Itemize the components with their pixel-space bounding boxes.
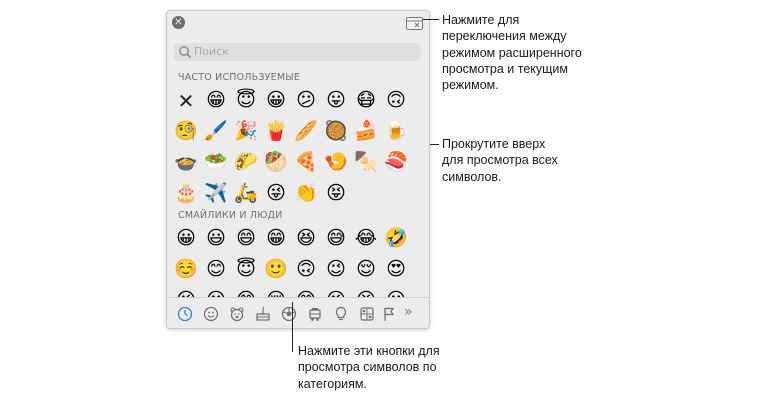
ball-icon [281, 306, 297, 322]
emoji-cell[interactable]: 👏 [291, 178, 321, 209]
character-viewer-window: ✕ Поиск ЧАСТО ИСПОЛЬЗУЕМЫЕ ✕ 😁 😇 😀 😕 😛 😷 🙃 🧐 🖌️ 🎉 🍟… [166, 10, 430, 329]
emoji-cell[interactable]: 😌 [351, 254, 381, 285]
category-bar: » [167, 297, 429, 328]
emoji-cell[interactable]: 🧐 [171, 116, 201, 147]
search-icon [179, 46, 192, 59]
search-field[interactable]: Поиск [174, 43, 421, 61]
emoji-cell[interactable]: 🍢 [351, 147, 381, 178]
emoji-cell[interactable]: 🛵 [231, 178, 261, 209]
view-toggle-button[interactable] [406, 17, 423, 30]
emoji-cell[interactable]: 😛 [321, 85, 351, 116]
emoji-cell[interactable]: 😀 [171, 223, 201, 254]
emoji-cell[interactable]: 😃 [201, 223, 231, 254]
tab-objects[interactable] [333, 306, 349, 322]
smiley-icon [203, 306, 219, 322]
emoji-cell[interactable]: 🙃 [291, 254, 321, 285]
emoji-cell[interactable]: 😜 [261, 178, 291, 209]
emoji-cell[interactable]: 🌮 [231, 147, 261, 178]
emoji-cell[interactable]: 😁 [201, 85, 231, 116]
bulb-icon [335, 306, 347, 321]
section-title-frequent: ЧАСТО ИСПОЛЬЗУЕМЫЕ [178, 72, 301, 83]
more-categories-button[interactable]: » [404, 304, 413, 320]
emoji-cell[interactable]: 😀 [261, 85, 291, 116]
emoji-cell[interactable]: 😆 [291, 223, 321, 254]
emoji-cell[interactable]: 🙃 [381, 85, 411, 116]
emoji-cell[interactable]: 🥗 [201, 147, 231, 178]
food-icon [256, 306, 270, 321]
emoji-cell[interactable]: 🎂 [171, 178, 201, 209]
tab-symbols[interactable] [359, 306, 375, 322]
tab-flags[interactable] [381, 306, 397, 322]
bear-icon [230, 307, 244, 322]
emoji-cell[interactable]: 😄 [231, 223, 261, 254]
callout-scroll: Прокрутите вверх для просмотра всех симв… [442, 137, 558, 184]
emoji-cell[interactable]: 😇 [231, 85, 261, 116]
tab-animals[interactable] [229, 306, 245, 322]
close-icon[interactable]: ✕ [172, 16, 185, 29]
callout-toggle: Нажмите для переключения между режимом р… [442, 13, 582, 93]
emoji-cell[interactable]: 🍕 [291, 147, 321, 178]
emoji-cell[interactable]: 🤣 [381, 223, 411, 254]
callout-categories: Нажмите эти кнопки для просмотра символо… [298, 344, 440, 391]
emoji-cell[interactable]: 🎉 [231, 116, 261, 147]
flag-icon [384, 307, 395, 321]
tab-frequent[interactable] [177, 306, 193, 322]
emoji-cell[interactable]: 🍲 [171, 147, 201, 178]
emoji-cell[interactable]: 😁 [261, 223, 291, 254]
tab-food[interactable] [255, 306, 271, 322]
emoji-cell[interactable]: 😊 [201, 254, 231, 285]
building-icon [309, 308, 321, 321]
emoji-cell[interactable]: 🍤 [321, 147, 351, 178]
emoji-cell[interactable]: 🖌️ [201, 116, 231, 147]
tab-travel[interactable] [307, 306, 323, 322]
emoji-cell[interactable]: 🍰 [351, 116, 381, 147]
emoji-cell[interactable]: 😷 [351, 85, 381, 116]
emoji-cell[interactable]: ✕ [171, 85, 201, 116]
callout-line-scroll [430, 144, 439, 145]
section-title-people: СМАЙЛИКИ И ЛЮДИ [178, 210, 283, 221]
tab-activity[interactable] [281, 306, 297, 322]
emoji-cell[interactable]: 🍺 [381, 116, 411, 147]
emoji-cell[interactable]: 😉 [321, 254, 351, 285]
emoji-grid-frequent: ✕ 😁 😇 😀 😕 😛 😷 🙃 🧐 🖌️ 🎉 🍟 🥖 🥘 🍰 🍺 🍲 🥗 🌮 🥙 🍕 🍤 🍢 🍣 🎂 ✈️ 🛵 😜 👏 😝 [171, 85, 411, 209]
emoji-cell[interactable]: ✈️ [201, 178, 231, 209]
emoji-cell[interactable]: 😅 [321, 223, 351, 254]
search-input[interactable]: Поиск [194, 43, 229, 61]
emoji-cell[interactable]: 😍 [381, 254, 411, 285]
emoji-cell[interactable]: 😕 [291, 85, 321, 116]
clock-icon [177, 306, 193, 322]
emoji-cell[interactable]: 🍣 [381, 147, 411, 178]
emoji-cell[interactable]: 🥙 [261, 147, 291, 178]
expand-view-icon [407, 20, 422, 28]
emoji-cell[interactable]: ☺️ [171, 254, 201, 285]
callout-line-categories [292, 302, 293, 352]
emoji-cell[interactable]: 🍟 [261, 116, 291, 147]
emoji-cell[interactable]: 😇 [231, 254, 261, 285]
emoji-cell[interactable]: 🥖 [291, 116, 321, 147]
symbols-icon [360, 307, 374, 321]
emoji-cell[interactable]: 🥘 [321, 116, 351, 147]
emoji-cell[interactable]: 😝 [321, 178, 351, 209]
tab-smileys[interactable] [203, 306, 219, 322]
emoji-cell[interactable]: 🙂 [261, 254, 291, 285]
emoji-cell[interactable]: 😂 [351, 223, 381, 254]
callout-line-toggle [423, 19, 439, 20]
